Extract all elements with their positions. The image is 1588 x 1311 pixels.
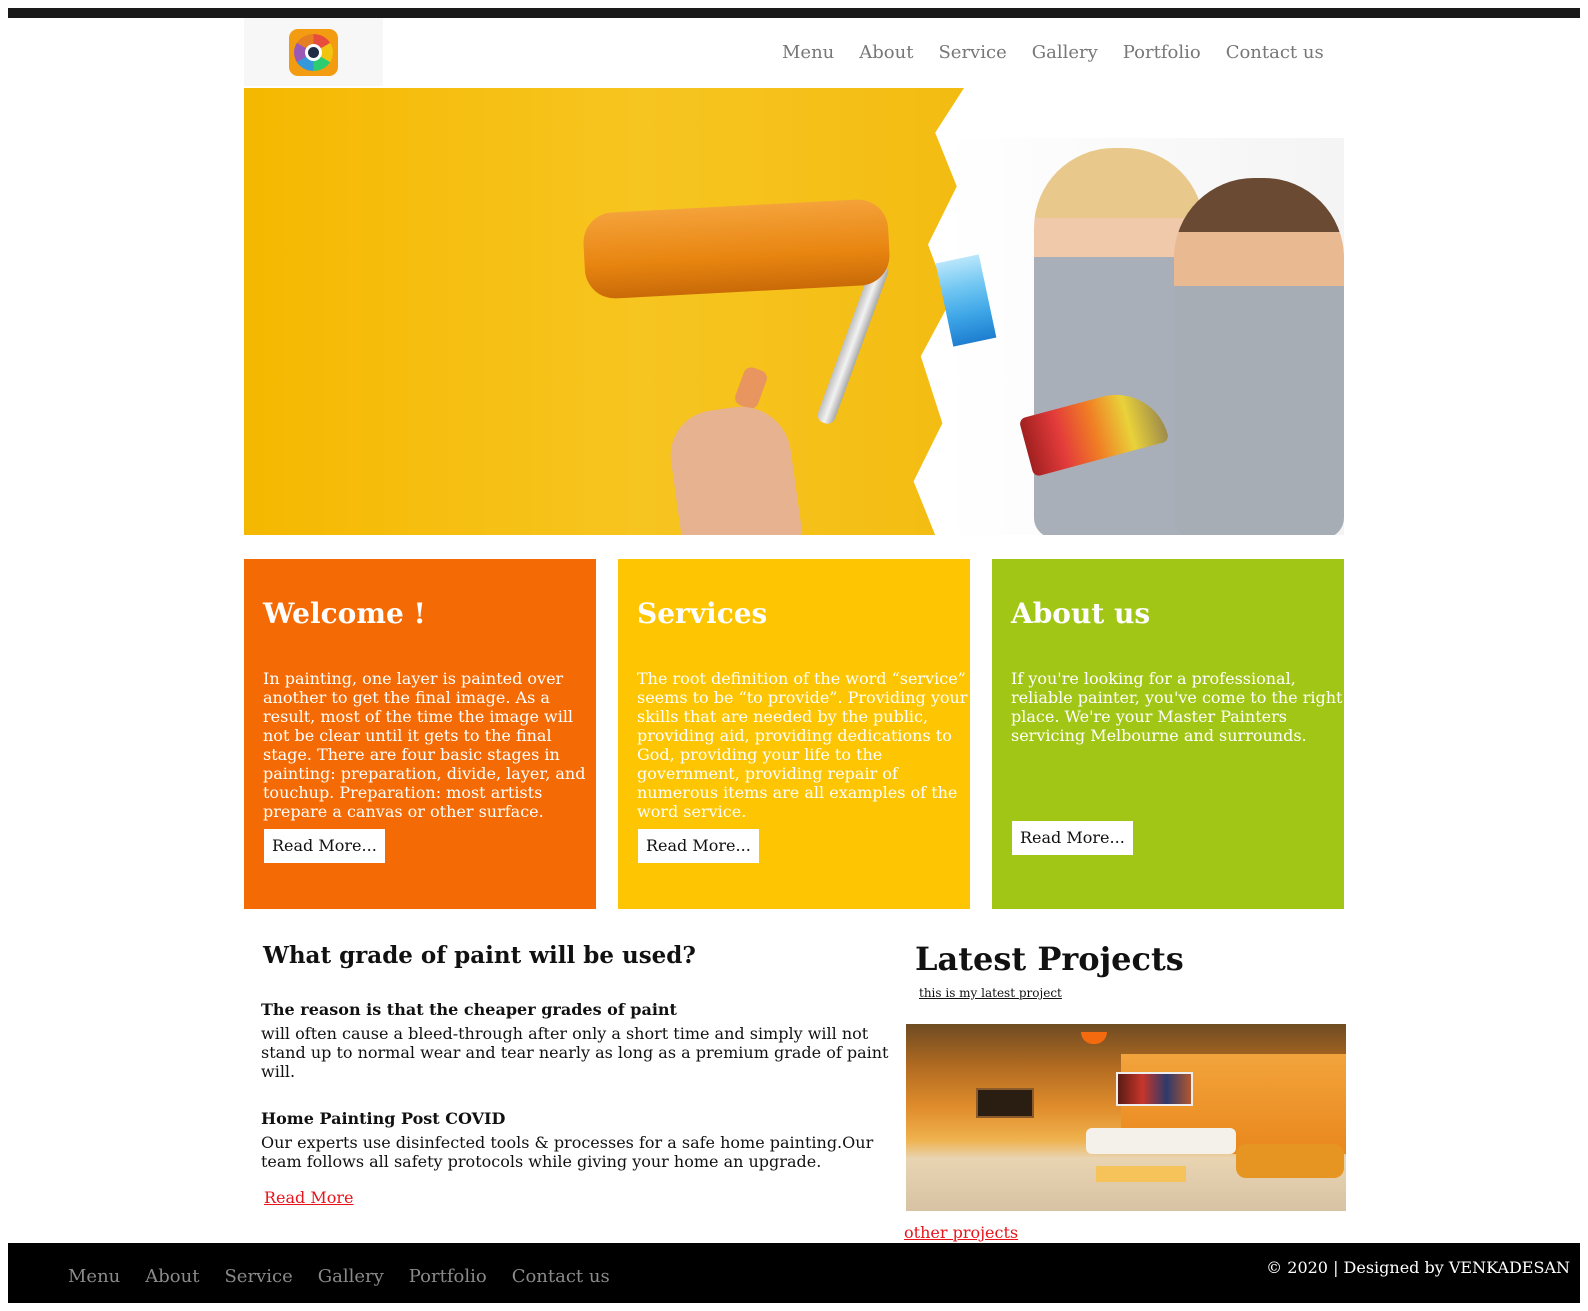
about-title: About us bbox=[1011, 597, 1151, 630]
welcome-panel: Welcome ! In painting, one layer is pain… bbox=[244, 559, 596, 909]
nav-about[interactable]: About bbox=[859, 42, 913, 63]
nav-portfolio[interactable]: Portfolio bbox=[1123, 42, 1201, 63]
latest-project-link[interactable]: this is my latest project bbox=[919, 986, 1062, 1000]
logo-container[interactable] bbox=[244, 18, 383, 86]
footer-nav-gallery[interactable]: Gallery bbox=[318, 1266, 384, 1287]
services-title: Services bbox=[637, 597, 768, 630]
article-read-more-link[interactable]: Read More bbox=[264, 1188, 354, 1207]
about-panel: About us If you're looking for a profess… bbox=[992, 559, 1344, 909]
services-read-more-button[interactable]: Read More... bbox=[638, 829, 759, 863]
services-panel: Services The root definition of the word… bbox=[618, 559, 970, 909]
man-figure bbox=[1174, 178, 1344, 535]
welcome-title: Welcome ! bbox=[263, 597, 426, 630]
paint-grade-subheading: The reason is that the cheaper grades of… bbox=[261, 1000, 677, 1019]
about-read-more-button[interactable]: Read More... bbox=[1012, 821, 1133, 855]
footer-nav-menu[interactable]: Menu bbox=[68, 1266, 120, 1287]
services-text: The root definition of the word “service… bbox=[637, 669, 968, 821]
latest-projects-heading: Latest Projects bbox=[915, 940, 1184, 978]
top-bar bbox=[8, 8, 1580, 18]
project-wall-painting bbox=[1116, 1072, 1193, 1106]
paint-roller bbox=[581, 198, 892, 300]
project-coffee-table bbox=[1096, 1166, 1186, 1182]
other-projects-link[interactable]: other projects bbox=[904, 1223, 1018, 1242]
hero-banner-image bbox=[244, 88, 1344, 535]
nav-contact[interactable]: Contact us bbox=[1226, 42, 1324, 63]
logo-center bbox=[305, 44, 322, 61]
paint-grade-text: will often cause a bleed-through after o… bbox=[261, 1024, 889, 1081]
nav-menu[interactable]: Menu bbox=[782, 42, 834, 63]
footer-nav-contact[interactable]: Contact us bbox=[512, 1266, 610, 1287]
page: Menu About Service Gallery Portfolio Con… bbox=[0, 0, 1588, 1311]
footer-nav-about[interactable]: About bbox=[145, 1266, 199, 1287]
logo-icon[interactable] bbox=[289, 29, 338, 76]
logo-wheel bbox=[294, 34, 333, 71]
project-ceiling-lamp bbox=[1081, 1032, 1107, 1044]
welcome-read-more-button[interactable]: Read More... bbox=[264, 829, 385, 863]
footer: Menu About Service Gallery Portfolio Con… bbox=[8, 1243, 1580, 1303]
main-nav: Menu About Service Gallery Portfolio Con… bbox=[782, 42, 1324, 63]
project-tv bbox=[976, 1088, 1034, 1118]
latest-project-image[interactable] bbox=[906, 1024, 1346, 1211]
paint-grade-heading: What grade of paint will be used? bbox=[263, 942, 696, 969]
nav-gallery[interactable]: Gallery bbox=[1032, 42, 1098, 63]
about-text: If you're looking for a professional, re… bbox=[1011, 669, 1343, 745]
covid-text: Our experts use disinfected tools & proc… bbox=[261, 1133, 874, 1171]
footer-nav: Menu About Service Gallery Portfolio Con… bbox=[68, 1266, 610, 1287]
welcome-text: In painting, one layer is painted over a… bbox=[263, 669, 586, 821]
nav-service[interactable]: Service bbox=[938, 42, 1006, 63]
footer-nav-service[interactable]: Service bbox=[224, 1266, 292, 1287]
footer-nav-portfolio[interactable]: Portfolio bbox=[409, 1266, 487, 1287]
covid-heading: Home Painting Post COVID bbox=[261, 1109, 506, 1128]
project-orange-sofa bbox=[1236, 1144, 1344, 1178]
project-white-sofa bbox=[1086, 1128, 1236, 1154]
copyright-text: © 2020 | Designed by VENKADESAN bbox=[1266, 1258, 1570, 1277]
